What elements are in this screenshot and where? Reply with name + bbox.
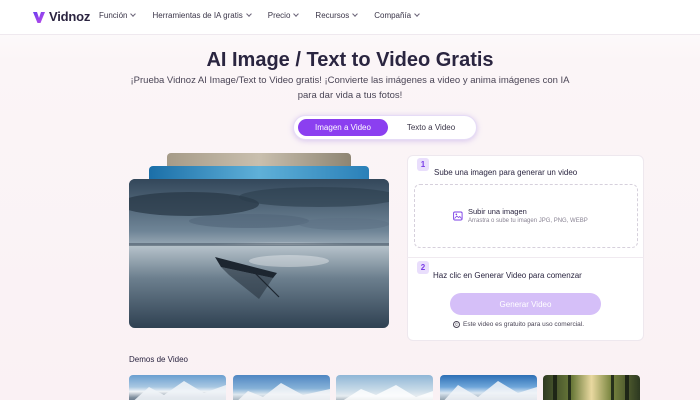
- mountain-thumbnail-art: [444, 381, 537, 400]
- step-2-badge: 2: [417, 261, 429, 274]
- panel-divider: [407, 257, 644, 258]
- lake-boat-illustration: [129, 179, 389, 328]
- chevron-down-icon: [352, 11, 359, 17]
- chevron-down-icon: [130, 11, 137, 17]
- demo-thumbnail-mountains-1[interactable]: [129, 375, 226, 400]
- nav-item-compania[interactable]: Compañía: [374, 11, 420, 20]
- mountain-thumbnail-art: [134, 381, 226, 400]
- tab-texto-a-video[interactable]: Texto a Video: [388, 119, 474, 136]
- demo-thumbnail-forest[interactable]: [543, 375, 640, 400]
- generate-video-button[interactable]: Generar Video: [450, 293, 601, 315]
- nav-label: Función: [99, 11, 128, 20]
- demo-thumbnail-mountains-4[interactable]: [440, 375, 537, 400]
- upload-hint: Arrastra o sube tu imagen JPG, PNG, WEBP: [468, 218, 588, 224]
- chevron-down-icon: [245, 11, 252, 17]
- nav-label: Herramientas de IA gratis: [152, 11, 243, 20]
- copyright-icon: ©: [453, 321, 460, 328]
- nav-label: Compañía: [374, 11, 412, 20]
- mountain-thumbnail-art: [238, 383, 330, 400]
- nav-item-funcion[interactable]: Función: [99, 11, 137, 20]
- vidnoz-logo[interactable]: Vidnoz: [32, 9, 90, 24]
- chevron-down-icon: [293, 11, 300, 17]
- commercial-use-text: Este video es gratuito para uso comercia…: [463, 321, 585, 328]
- nav-label: Recursos: [315, 11, 350, 20]
- chevron-down-icon: [414, 11, 420, 17]
- mountain-thumbnail-art: [343, 385, 433, 400]
- sample-image-lake-boat: [129, 179, 389, 328]
- top-navbar: Vidnoz Función Herramientas de IA gratis…: [0, 0, 700, 35]
- forest-thumbnail-art: [553, 375, 629, 400]
- brand-name: Vidnoz: [49, 9, 91, 24]
- main-nav: Función Herramientas de IA gratis Precio…: [99, 11, 436, 20]
- step-2-label: Haz clic en Generar Video para comenzar: [433, 271, 582, 280]
- step-1-label: Sube una imagen para generar un video: [434, 168, 578, 177]
- demo-thumbnail-mountains-2[interactable]: [233, 375, 330, 400]
- nav-item-recursos[interactable]: Recursos: [315, 11, 359, 20]
- demos-heading: Demos de Video: [129, 355, 188, 364]
- image-upload-icon: [453, 211, 463, 221]
- step-1-badge: 1: [417, 158, 429, 171]
- commercial-use-note: © Este video es gratuito para uso comerc…: [453, 321, 584, 328]
- page-title: AI Image / Text to Video Gratis: [206, 49, 494, 71]
- vidnoz-logo-icon: [33, 11, 45, 23]
- image-upload-dropzone[interactable]: [414, 184, 638, 248]
- nav-item-precio[interactable]: Precio: [267, 11, 300, 20]
- tab-imagen-a-video[interactable]: Imagen a Video: [298, 119, 388, 136]
- demo-thumbnail-mountains-3[interactable]: [336, 375, 433, 400]
- nav-item-herramientas[interactable]: Herramientas de IA gratis: [152, 11, 252, 20]
- upload-title: Subir una imagen: [468, 207, 527, 216]
- page-subtitle: ¡Prueba Vidnoz AI Image/Text to Video gr…: [130, 75, 570, 101]
- nav-label: Precio: [267, 11, 291, 20]
- mode-tabs: Imagen a Video Texto a Video: [293, 115, 477, 140]
